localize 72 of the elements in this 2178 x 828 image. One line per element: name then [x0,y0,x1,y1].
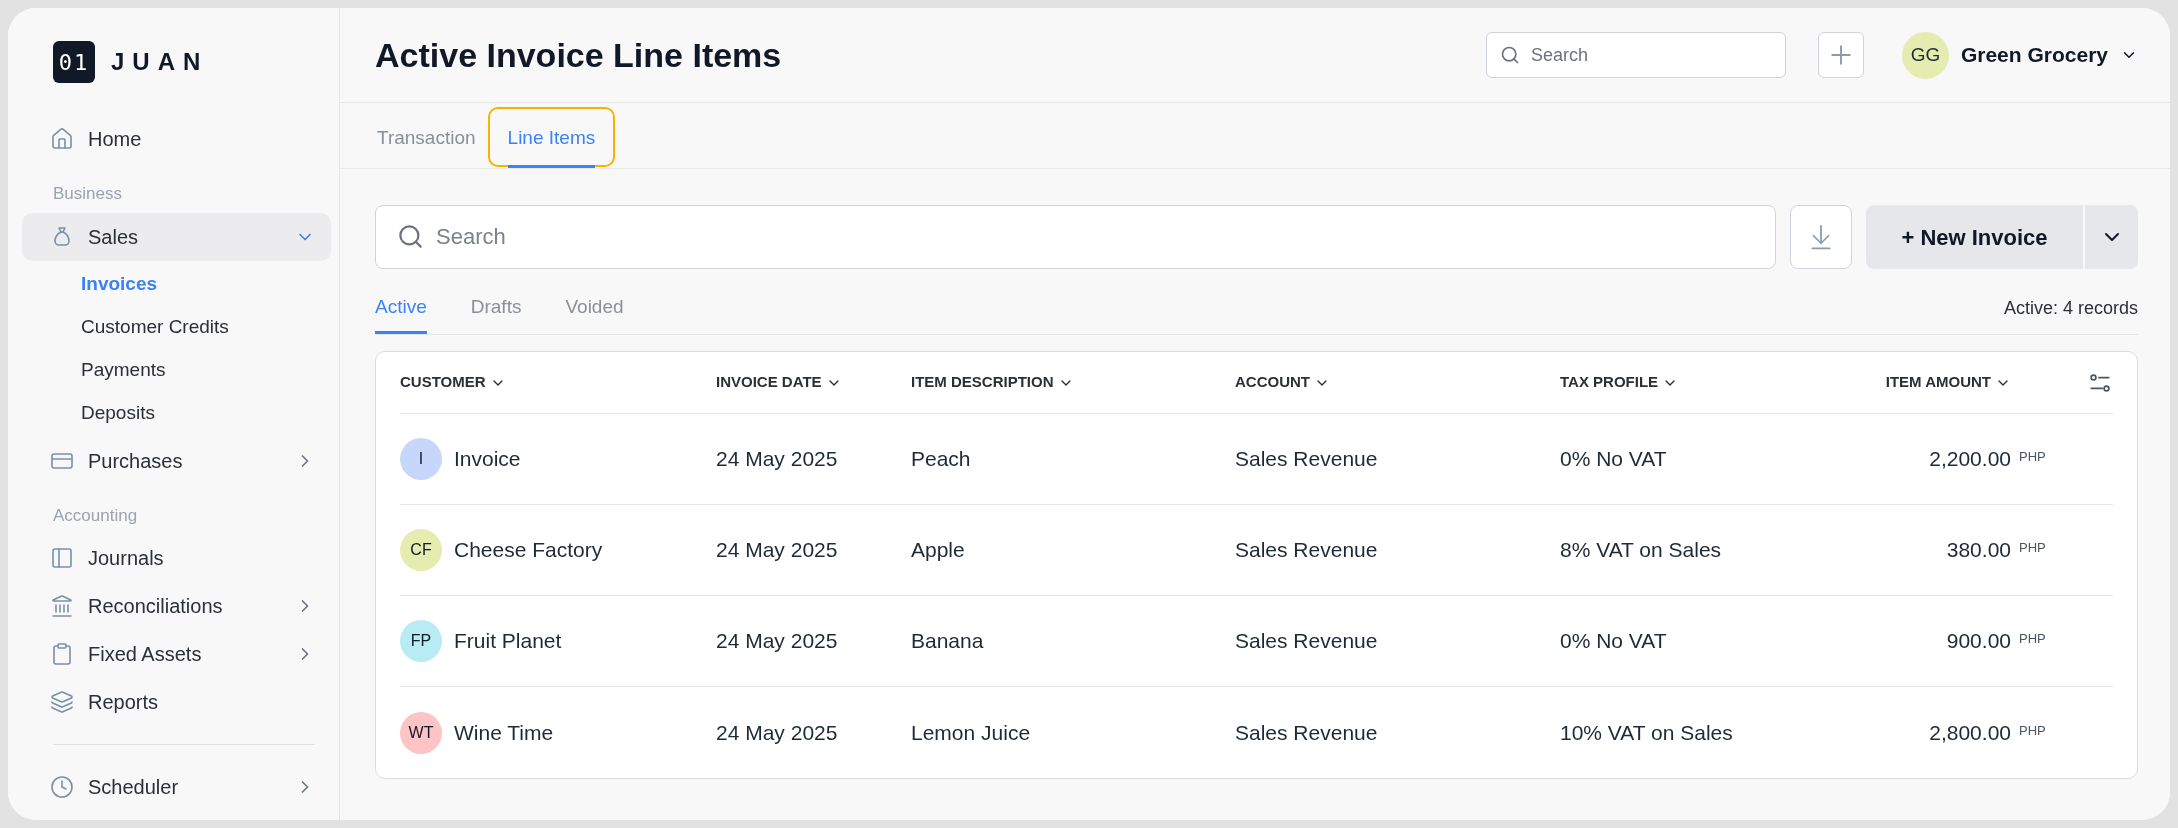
currency-label: PHP [2019,721,2047,740]
table-cell-text: Peach [911,446,971,473]
bank-icon [50,594,74,618]
nav-item[interactable]: Home [22,115,331,163]
table-cell-text: Invoice [454,446,521,473]
table-cell-text: Apple [911,537,965,564]
column-header[interactable]: ITEM AMOUNT [1885,371,2011,394]
customer-avatar: FP [400,620,442,662]
nav-item[interactable]: Reconciliations [22,582,331,630]
search-field[interactable]: Search [375,205,1776,269]
customer-avatar: WT [400,711,442,754]
column-header[interactable]: CUSTOMER [400,371,506,394]
table-cell-text: Banana [911,628,984,655]
column-header[interactable]: ACCOUNT [1235,371,1330,394]
notebook-icon [50,546,74,570]
table-cell-text: Sales Revenue [1235,628,1378,655]
currency-label: PHP [2019,539,2047,558]
table-cell-text: 0% No VAT [1560,446,1667,473]
table-cell-text: 380.00 [1946,537,2011,564]
clock-icon [50,775,74,799]
nav-item[interactable]: Journals [22,534,331,582]
search-icon [1499,45,1520,65]
page-title: Active Invoice Line Items [375,34,783,76]
customer-avatar: I [400,438,442,480]
tab[interactable]: Line Items [487,107,616,167]
home-icon [50,127,74,151]
nav-item[interactable]: Sales [22,212,331,261]
column-header[interactable]: INVOICE DATE [716,371,842,394]
table-cell-text: 2,200.00 [1929,446,2011,473]
table-cell-text: 8% VAT on Sales [1560,537,1722,564]
sub-nav-item[interactable]: Customer Credits [81,305,229,349]
clipboard-icon [50,642,74,666]
record-count: Active: 4 records [2003,297,2138,320]
account-menu[interactable]: GG Green Grocery [1901,31,2138,79]
nav-item[interactable]: Purchases [22,436,331,485]
brand-name: JUAN [111,47,209,77]
table-cell-text: 0% No VAT [1560,628,1667,655]
table-cell-text: 2,800.00 [1929,719,2011,746]
table-cell-text: Cheese Factory [454,537,603,564]
layers-icon [50,690,74,714]
search-icon [397,223,424,250]
table-cell-text: Wine Time [454,719,554,746]
customer-avatar: CF [400,529,442,571]
download-button[interactable] [1790,205,1852,269]
column-header[interactable]: ITEM DESCRIPTION [911,371,1074,394]
sub-nav-item[interactable]: Payments [81,348,166,392]
nav-item[interactable]: Fixed Assets [22,630,331,678]
table-cell-text: 24 May 2025 [716,719,838,746]
table-cell-text: Sales Revenue [1235,537,1378,564]
search-field[interactable]: Search [1485,32,1786,78]
table-cell-text: Sales Revenue [1235,446,1378,473]
table-cell-text: 24 May 2025 [716,537,838,564]
logo-badge: 01 [53,41,95,83]
column-header[interactable]: TAX PROFILE [1560,371,1679,394]
nav-item[interactable]: Scheduler [22,763,331,811]
nav-item[interactable]: Reports [22,678,331,726]
table-cell-text: 10% VAT on Sales [1560,719,1733,746]
add-button[interactable] [1817,32,1864,78]
currency-label: PHP [2019,448,2047,467]
section-heading: Business [53,183,122,205]
account-name: Green Grocery [1960,42,2108,69]
account-avatar: GG [1901,31,1949,79]
table-cell-text: 24 May 2025 [716,446,838,473]
table-cell-text: 900.00 [1946,628,2011,655]
table-cell-text: Lemon Juice [911,719,1031,746]
sub-nav-item[interactable]: Deposits [81,391,155,435]
section-heading: Accounting [53,504,138,527]
table-cell-text: Fruit Planet [454,628,562,655]
table-cell-text: 24 May 2025 [716,628,838,655]
new-invoice-button[interactable]: + New Invoice [1866,205,2083,269]
table-cell-text: Sales Revenue [1235,719,1378,746]
currency-label: PHP [2019,630,2047,649]
